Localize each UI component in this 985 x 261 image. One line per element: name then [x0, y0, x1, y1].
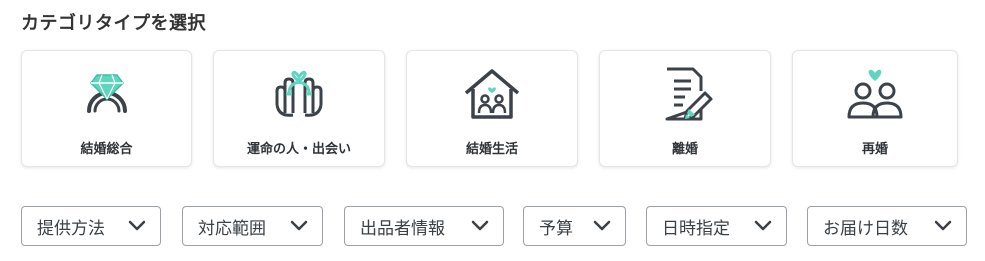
chevron-down-icon [934, 220, 952, 232]
filter-dropdown-budget[interactable]: 予算 [523, 206, 626, 246]
chevron-down-icon [128, 220, 146, 232]
chevron-down-icon [471, 220, 489, 232]
category-label: 運命の人・出会い [246, 142, 351, 157]
category-card-married-life[interactable]: 結婚生活 [406, 50, 578, 167]
category-label: 結婚生活 [465, 142, 518, 157]
filter-dropdown-seller-info[interactable]: 出品者情報 [344, 206, 504, 246]
family-house-icon [460, 61, 524, 125]
filter-dropdown-delivery-days[interactable]: お届け日数 [807, 206, 967, 246]
category-card-marriage-general[interactable]: 結婚総合 [21, 50, 192, 167]
category-card-divorce[interactable]: 離婚 [599, 50, 771, 167]
filter-label: 対応範囲 [198, 218, 266, 239]
category-selector-page: カテゴリタイプを選択 結婚総合 運命の人・出会い 結婚生活 離婚 再婚 提供方法… [0, 0, 985, 261]
filter-label: お届け日数 [823, 218, 908, 239]
category-label: 結婚総合 [80, 142, 133, 157]
chevron-down-icon [754, 220, 772, 232]
chevron-down-icon [593, 220, 611, 232]
filter-label: 予算 [539, 218, 573, 239]
filter-label: 提供方法 [37, 218, 105, 239]
section-title: カテゴリタイプを選択 [21, 13, 206, 34]
filter-dropdown-delivery-method[interactable]: 提供方法 [21, 206, 161, 246]
category-card-destiny-encounter[interactable]: 運命の人・出会い [213, 50, 385, 167]
category-card-remarriage[interactable]: 再婚 [792, 50, 958, 167]
filter-label: 出品者情報 [360, 218, 445, 239]
chevron-down-icon [290, 220, 308, 232]
filter-bar: 提供方法 対応範囲 出品者情報 予算 日時指定 お届け日数 [21, 206, 967, 246]
category-label: 離婚 [671, 142, 698, 157]
category-card-list: 結婚総合 運命の人・出会い 結婚生活 離婚 再婚 [21, 50, 958, 167]
diamond-ring-icon [75, 61, 139, 125]
red-string-fingers-icon [267, 61, 331, 125]
divorce-document-icon [653, 61, 717, 125]
filter-dropdown-date-time[interactable]: 日時指定 [646, 206, 787, 246]
category-label: 再婚 [861, 142, 888, 157]
couple-heart-icon [843, 61, 907, 125]
filter-label: 日時指定 [662, 218, 730, 239]
filter-dropdown-coverage[interactable]: 対応範囲 [182, 206, 323, 246]
